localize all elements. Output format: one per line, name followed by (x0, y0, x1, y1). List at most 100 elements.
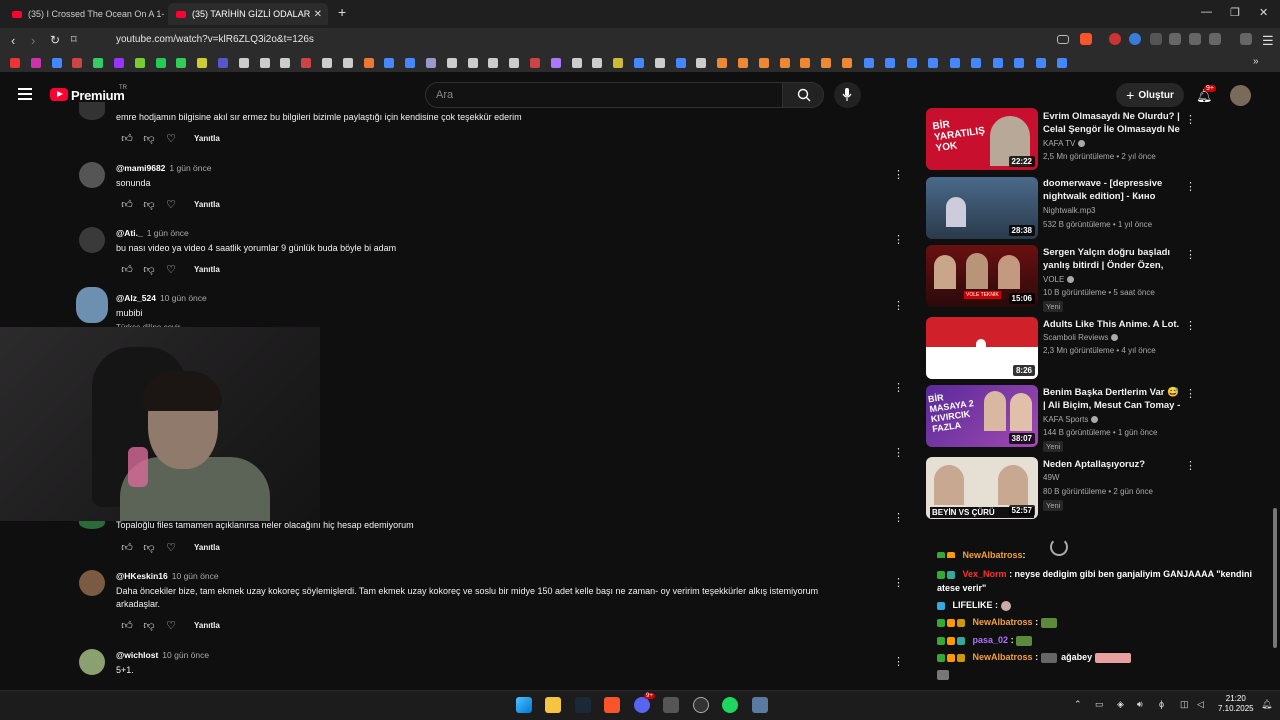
video-title[interactable]: doomerwave - [depressive nightwalk editi… (1043, 177, 1181, 203)
bookmark-favicon-icon[interactable] (72, 58, 83, 68)
maximize-button[interactable]: ❐ (1230, 6, 1240, 19)
more-bookmarks-icon[interactable]: » (1253, 56, 1259, 67)
taskbar-clock[interactable]: 21:20 7.10.2025 (1218, 694, 1254, 714)
video-thumbnail[interactable]: BİR YARATILIŞ YOK 22:22 (926, 108, 1038, 170)
new-tab-button[interactable]: + (338, 4, 346, 20)
comment-author[interactable]: @mami9682 1 gün önce (116, 163, 211, 173)
video-title[interactable]: Benim Başka Dertlerim Var 😅 | Ali Biçim,… (1043, 386, 1181, 412)
forward-icon[interactable]: › (31, 33, 35, 48)
network-icon[interactable]: ◫ (1180, 699, 1189, 710)
video-menu-icon[interactable]: ⋮ (1185, 180, 1196, 193)
spotify-icon[interactable] (722, 697, 738, 713)
bookmark-favicon-icon[interactable] (992, 58, 1003, 68)
heart-icon[interactable]: ♡ (160, 132, 182, 145)
bookmark-favicon-icon[interactable] (971, 58, 981, 68)
bookmark-favicon-icon[interactable] (301, 58, 312, 68)
bookmark-favicon-icon[interactable] (696, 58, 707, 68)
bookmark-favicon-icon[interactable] (405, 58, 416, 68)
video-channel[interactable]: KAFA TV (1043, 139, 1086, 148)
reply-button[interactable]: Yanıtla (194, 543, 220, 552)
like-icon[interactable]: 👍︎ (116, 132, 138, 145)
comment-author[interactable]: @HKeskin16 10 gün önce (116, 571, 219, 581)
puzzle-icon[interactable] (1189, 33, 1201, 45)
video-thumbnail[interactable]: VOLE TEKNİK 15:06 (926, 245, 1038, 307)
bookmark-favicon-icon[interactable] (738, 58, 748, 68)
video-menu-icon[interactable]: ⋮ (1185, 459, 1196, 472)
bookmark-favicon-icon[interactable] (238, 58, 249, 68)
scrollbar-thumb[interactable] (1273, 508, 1277, 648)
bookmark-favicon-icon[interactable] (363, 58, 374, 68)
bookmark-favicon-icon[interactable] (634, 58, 644, 68)
url-text[interactable]: youtube.com/watch?v=klR6ZLQ3i2o&t=126s (116, 34, 314, 45)
video-channel[interactable]: VOLE (1043, 275, 1075, 284)
video-title[interactable]: Adults Like This Anime. A Lot. (1043, 318, 1181, 331)
brave-shield-icon[interactable] (1080, 33, 1092, 45)
bookmark-favicon-icon[interactable] (488, 58, 499, 68)
bookmark-favicon-icon[interactable] (1057, 58, 1067, 68)
bookmark-favicon-icon[interactable] (550, 58, 561, 68)
bookmark-favicon-icon[interactable] (571, 58, 582, 68)
app-icon[interactable] (663, 697, 679, 713)
video-menu-icon[interactable]: ⋮ (1185, 319, 1196, 332)
comment-menu-icon[interactable]: ⋮ (893, 299, 904, 312)
video-channel[interactable]: KAFA Sports (1043, 415, 1099, 424)
notification-icon[interactable]: 🔔︎ (1261, 699, 1272, 710)
bookmark-favicon-icon[interactable] (1035, 58, 1046, 68)
volume-icon[interactable]: 🔊︎ (1137, 699, 1143, 710)
bookmark-favicon-icon[interactable] (467, 58, 478, 68)
video-thumbnail[interactable]: BEYİN VS ÇÜRÜ 52:57 (926, 457, 1038, 519)
back-icon[interactable]: ‹ (11, 33, 15, 48)
dislike-icon[interactable]: 👎︎ (138, 263, 160, 276)
heart-icon[interactable]: ♡ (160, 619, 182, 632)
bookmark-favicon-icon[interactable] (114, 58, 124, 68)
create-button[interactable]: + Oluştur (1116, 83, 1184, 107)
bookmark-favicon-icon[interactable] (800, 58, 811, 68)
comment-menu-icon[interactable]: ⋮ (893, 576, 904, 589)
tray-icon[interactable]: ϕ (1159, 699, 1164, 709)
bookmark-favicon-icon[interactable] (155, 58, 166, 68)
comment-avatar[interactable] (79, 102, 105, 120)
reply-button[interactable]: Yanıtla (194, 134, 220, 143)
comment-menu-icon[interactable]: ⋮ (893, 233, 904, 246)
windows-start-icon[interactable] (516, 697, 532, 713)
video-title[interactable]: Neden Aptallaşıyoruz? (1043, 458, 1181, 471)
menu-icon[interactable] (18, 88, 32, 100)
account-avatar[interactable] (1230, 85, 1251, 106)
app-icon[interactable] (693, 697, 709, 713)
bookmark-favicon-icon[interactable] (675, 58, 686, 68)
bookmark-favicon-icon[interactable] (885, 58, 895, 68)
voice-search-button[interactable] (834, 82, 861, 108)
video-channel[interactable]: Scamboli Reviews (1043, 333, 1119, 342)
bookmark-favicon-icon[interactable] (51, 58, 62, 68)
bookmark-icon[interactable]: ⌑ (71, 33, 77, 46)
bookmark-favicon-icon[interactable] (717, 58, 728, 68)
extension-icon[interactable] (1150, 33, 1162, 45)
comment-menu-icon[interactable]: ⋮ (893, 381, 904, 394)
bookmark-favicon-icon[interactable] (613, 58, 624, 68)
reply-button[interactable]: Yanıtla (194, 265, 220, 274)
like-icon[interactable]: 👍︎ (116, 198, 138, 211)
bookmark-favicon-icon[interactable] (779, 58, 790, 68)
extension-icon[interactable] (1129, 33, 1141, 45)
brave-browser-icon[interactable] (604, 697, 620, 713)
bookmark-favicon-icon[interactable] (10, 58, 20, 68)
video-channel[interactable]: Nightwalk.mp3 (1043, 206, 1095, 215)
discord-icon[interactable] (634, 697, 650, 713)
video-title[interactable]: Evrim Olmasaydı Ne Olurdu? | Celal Şengö… (1043, 110, 1181, 136)
menu-icon[interactable]: ☰ (1262, 33, 1274, 49)
dislike-icon[interactable]: 👎︎ (138, 541, 160, 554)
bookmark-favicon-icon[interactable] (134, 58, 145, 68)
minimize-button[interactable]: — (1201, 6, 1212, 18)
steam-icon[interactable] (575, 697, 591, 713)
tray-icon[interactable]: ◈ (1117, 699, 1124, 710)
tab-1[interactable]: (35) I Crossed The Ocean On A 1-Star (4, 3, 164, 25)
tab-2-active[interactable]: (35) TARİHİN GİZLİ ODALARINDA ✕ (168, 3, 328, 25)
bookmark-favicon-icon[interactable] (218, 58, 228, 68)
music-icon[interactable] (1240, 33, 1252, 45)
extension-icon[interactable] (1109, 33, 1121, 45)
video-thumbnail[interactable]: 28:38 (926, 177, 1038, 239)
comment-author[interactable]: @wichlost 10 gün önce (116, 650, 209, 660)
comment-author[interactable]: @Alz_524 10 gün önce (116, 293, 207, 303)
like-icon[interactable]: 👍︎ (116, 541, 138, 554)
heart-icon[interactable]: ♡ (160, 198, 182, 211)
